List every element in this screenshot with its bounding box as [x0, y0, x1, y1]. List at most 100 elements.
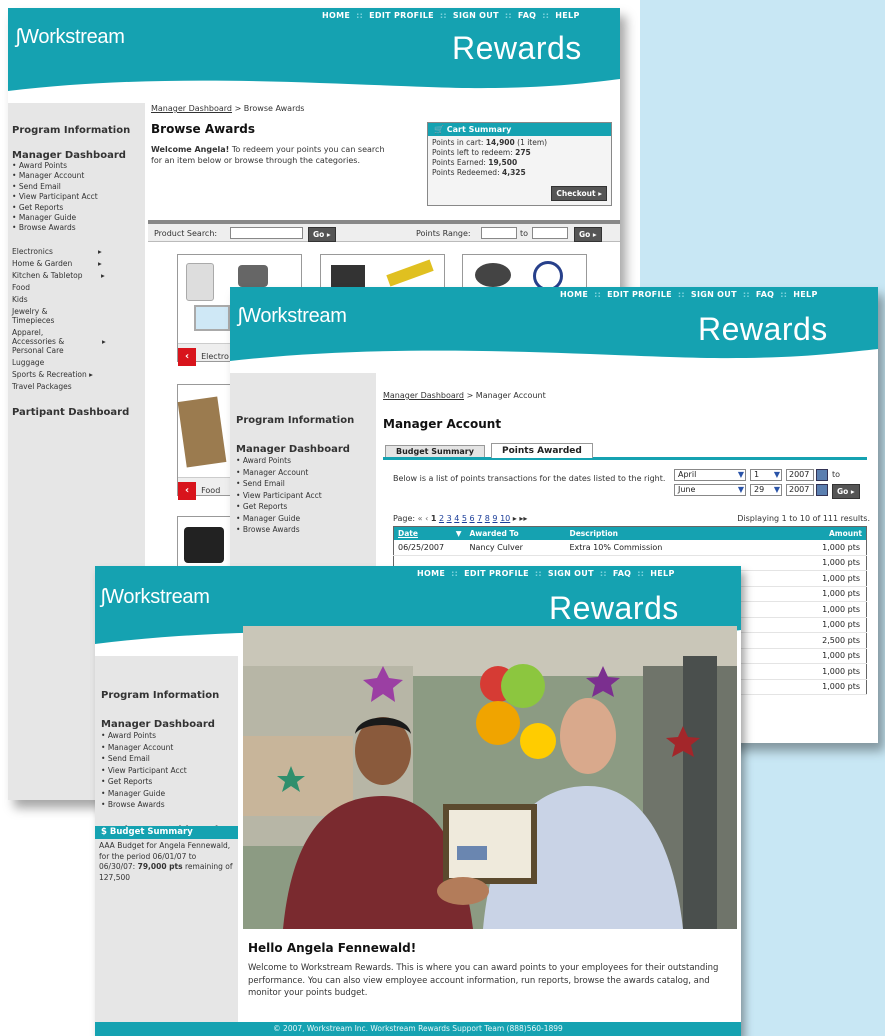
sidebar-item-get-reports[interactable]: Get Reports	[108, 777, 153, 786]
cart-header: 🛒 Cart Summary	[428, 123, 611, 136]
sidebar-item-get-reports[interactable]: Get Reports	[243, 502, 288, 511]
sidebar-item-browse-awards[interactable]: Browse Awards	[243, 525, 300, 534]
sidebar-item-manager-guide[interactable]: Manager Guide	[19, 213, 76, 222]
category-kids[interactable]: Kids	[12, 294, 141, 306]
first-page-icon[interactable]: «	[418, 514, 423, 523]
sidebar-item-send-email[interactable]: Send Email	[108, 754, 150, 763]
manager-dashboard-link[interactable]: Manager Dashboard	[236, 444, 370, 455]
nav-edit-profile[interactable]: EDIT PROFILE	[460, 566, 533, 578]
nav-sign-out[interactable]: SIGN OUT	[687, 287, 741, 299]
manager-dashboard-link[interactable]: Manager Dashboard	[12, 150, 141, 161]
tab-points-awarded[interactable]: Points Awarded	[491, 443, 593, 458]
page-1[interactable]: 1	[431, 514, 437, 523]
table-row: 06/25/2007 Nancy Culver Extra 10% Commissi…	[393, 539, 867, 556]
prev-page-icon[interactable]: ‹	[425, 514, 428, 523]
date-go-button[interactable]: Go ▸	[832, 484, 860, 499]
page-9[interactable]: 9	[492, 514, 497, 523]
nav-faq[interactable]: FAQ	[514, 8, 540, 20]
sidebar-item-get-reports[interactable]: Get Reports	[19, 203, 64, 212]
breadcrumb-link[interactable]: Manager Dashboard	[151, 104, 232, 113]
nav-sign-out[interactable]: SIGN OUT	[544, 566, 598, 578]
calendar-icon[interactable]	[816, 484, 828, 496]
sidebar-item-manager-account[interactable]: Manager Account	[243, 468, 309, 477]
nav-home[interactable]: HOME	[318, 8, 354, 20]
sidebar-item-view-participant[interactable]: View Participant Acct	[19, 192, 98, 201]
celebration-photo	[243, 626, 737, 929]
logo[interactable]: ʃWorkstream	[16, 26, 125, 49]
sidebar-item-award-points[interactable]: Award Points	[19, 161, 67, 170]
category-sports[interactable]: Sports & Recreation ▸	[12, 369, 141, 381]
manager-dashboard-link[interactable]: Manager Dashboard	[101, 719, 232, 730]
sort-date-header[interactable]: Date	[398, 529, 418, 538]
category-home-garden[interactable]: Home & Garden ▸	[12, 258, 141, 270]
cart-icon: 🛒	[434, 125, 444, 134]
logo[interactable]: ʃWorkstream	[238, 305, 347, 328]
to-day-select[interactable]: 29 ▼	[750, 484, 782, 496]
search-go-button[interactable]: Go ▸	[308, 227, 336, 242]
category-food[interactable]: Food	[12, 282, 141, 294]
nav-help[interactable]: HELP	[789, 287, 821, 299]
search-input[interactable]	[230, 227, 303, 239]
footer: © 2007, Workstream Inc. Workstream Rewar…	[95, 1022, 741, 1036]
from-month-select[interactable]: April ▼	[674, 469, 746, 481]
category-list: Electronics ▸ Home & Garden ▸ Kitchen & Ta…	[12, 246, 141, 393]
nav-home[interactable]: HOME	[413, 566, 449, 578]
sidebar-item-browse-awards[interactable]: Browse Awards	[108, 800, 165, 809]
nav-home[interactable]: HOME	[556, 287, 592, 299]
sidebar-item-send-email[interactable]: Send Email	[19, 182, 61, 191]
sidebar-item-manager-account[interactable]: Manager Account	[108, 743, 174, 752]
to-year-input[interactable]: 2007	[786, 484, 814, 496]
sidebar-item-view-participant[interactable]: View Participant Acct	[108, 766, 187, 775]
tab-budget-summary[interactable]: Budget Summary	[385, 445, 485, 457]
calendar-icon[interactable]	[816, 469, 828, 481]
page-3[interactable]: 3	[447, 514, 452, 523]
category-kitchen[interactable]: Kitchen & Tabletop ▸	[12, 270, 141, 282]
nav-help[interactable]: HELP	[646, 566, 678, 578]
from-year-input[interactable]: 2007	[786, 469, 814, 481]
welcome-text: Welcome Angela! To redeem your points yo…	[151, 145, 385, 165]
program-info-link[interactable]: Program Information	[236, 415, 370, 426]
nav-faq[interactable]: FAQ	[752, 287, 778, 299]
category-luggage[interactable]: Luggage	[12, 357, 141, 369]
nav-help[interactable]: HELP	[551, 8, 583, 20]
next-page-icon[interactable]: ▸	[513, 514, 517, 523]
last-page-icon[interactable]: ▸▸	[519, 514, 527, 523]
logo[interactable]: ʃWorkstream	[101, 586, 210, 609]
page-10[interactable]: 10	[500, 514, 510, 523]
range-max-input[interactable]	[532, 227, 568, 239]
from-day-select[interactable]: 1 ▼	[750, 469, 782, 481]
page-7[interactable]: 7	[477, 514, 482, 523]
page-2[interactable]: 2	[439, 514, 444, 523]
category-travel[interactable]: Travel Packages	[12, 381, 141, 393]
nav-edit-profile[interactable]: EDIT PROFILE	[365, 8, 438, 20]
rewards-title: Rewards	[549, 590, 679, 626]
nav-faq[interactable]: FAQ	[609, 566, 635, 578]
page-6[interactable]: 6	[470, 514, 475, 523]
nav-edit-profile[interactable]: EDIT PROFILE	[603, 287, 676, 299]
chevron-right-icon: ▸	[102, 336, 106, 346]
participant-dashboard-link[interactable]: Partipant Dashboard	[12, 407, 141, 418]
checkout-button[interactable]: Checkout ▸	[551, 186, 607, 201]
sidebar-item-view-participant[interactable]: View Participant Acct	[243, 491, 322, 500]
to-month-select[interactable]: June ▼	[674, 484, 746, 496]
page-5[interactable]: 5	[462, 514, 467, 523]
page-4[interactable]: 4	[454, 514, 459, 523]
breadcrumb-link[interactable]: Manager Dashboard	[383, 391, 464, 400]
sidebar-item-browse-awards[interactable]: Browse Awards	[19, 223, 76, 232]
sidebar-item-send-email[interactable]: Send Email	[243, 479, 285, 488]
sidebar-item-award-points[interactable]: Award Points	[243, 456, 291, 465]
sidebar-item-manager-guide[interactable]: Manager Guide	[108, 789, 165, 798]
category-apparel[interactable]: Apparel, Accessories & Personal Care ▸	[12, 328, 106, 355]
sidebar-item-manager-account[interactable]: Manager Account	[19, 171, 85, 180]
sidebar-item-award-points[interactable]: Award Points	[108, 731, 156, 740]
range-go-button[interactable]: Go ▸	[574, 227, 602, 242]
nav-sign-out[interactable]: SIGN OUT	[449, 8, 503, 20]
page-8[interactable]: 8	[485, 514, 490, 523]
home-window: HOME:: EDIT PROFILE:: SIGN OUT:: FAQ:: HELP …	[95, 566, 741, 1036]
category-jewelry[interactable]: Jewelry & Timepieces	[12, 307, 72, 325]
program-info-link[interactable]: Program Information	[101, 690, 232, 701]
range-min-input[interactable]	[481, 227, 517, 239]
program-info-link[interactable]: Program Information	[12, 125, 141, 136]
sidebar-item-manager-guide[interactable]: Manager Guide	[243, 514, 300, 523]
category-electronics[interactable]: Electronics ▸	[12, 246, 141, 258]
